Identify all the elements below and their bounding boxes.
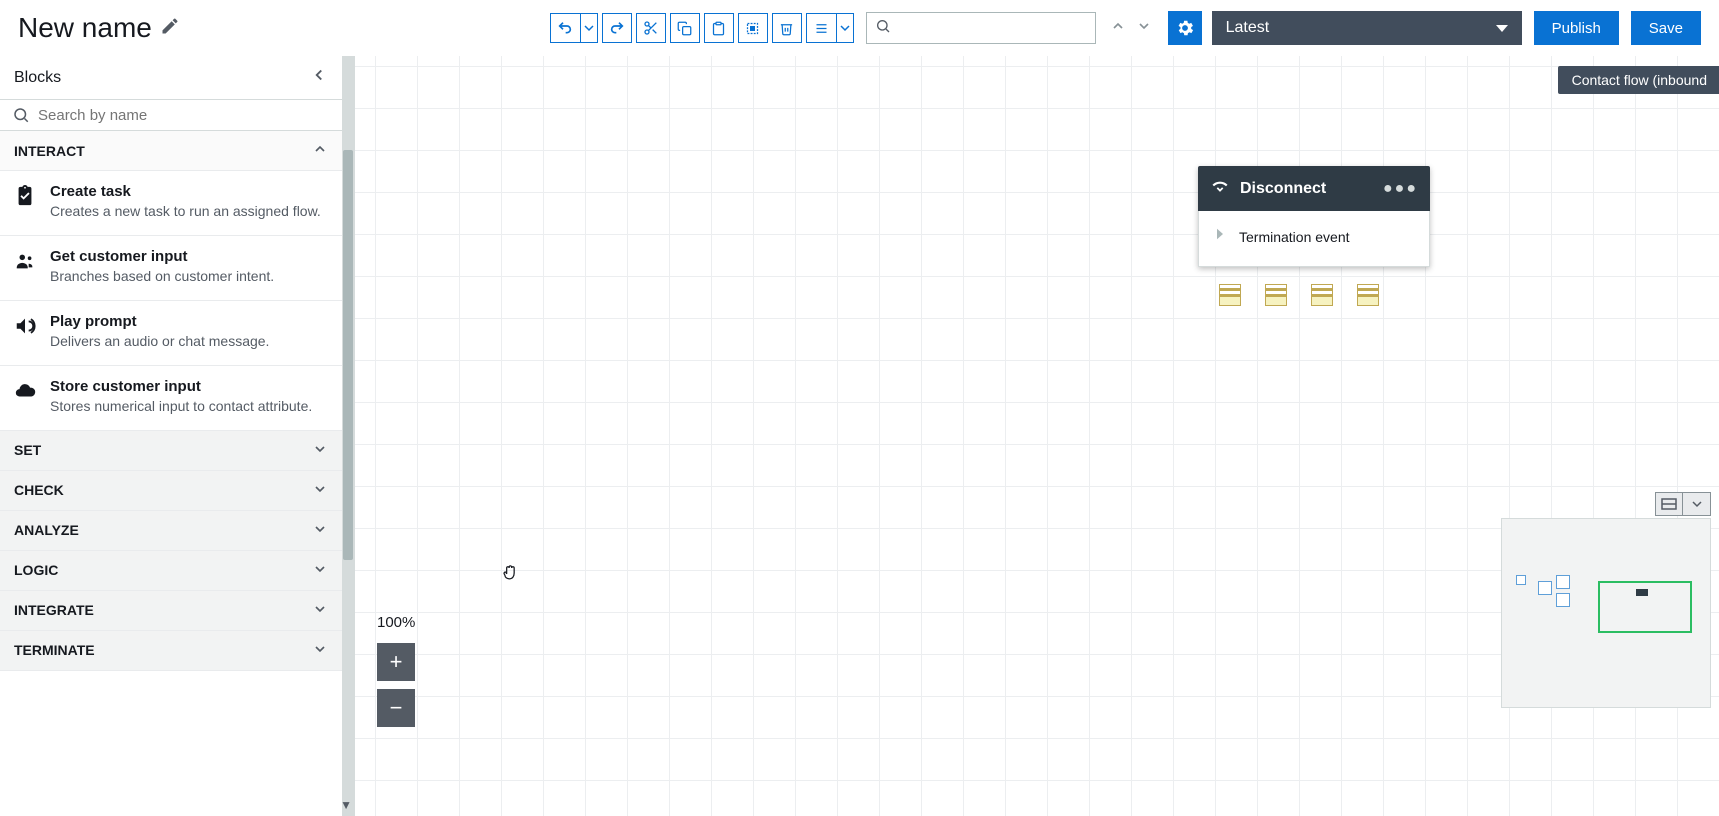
- chevron-down-icon: [312, 641, 328, 660]
- paste-button[interactable]: [704, 13, 734, 43]
- edit-title-icon[interactable]: [160, 16, 180, 41]
- people-input-icon: [14, 248, 38, 286]
- chevron-down-icon: [312, 521, 328, 540]
- search-prev-icon[interactable]: [1106, 14, 1130, 43]
- pan-cursor-icon: [500, 563, 520, 588]
- canvas-search[interactable]: [866, 12, 1096, 44]
- clipboard-check-icon: [14, 183, 38, 221]
- arrange-button[interactable]: [806, 13, 836, 43]
- publish-button[interactable]: Publish: [1534, 11, 1619, 45]
- flow-type-badge: Contact flow (inbound: [1558, 66, 1719, 94]
- category-set[interactable]: SET: [0, 431, 342, 471]
- copy-button[interactable]: [670, 13, 700, 43]
- note-icon[interactable]: [1265, 284, 1287, 306]
- zoom-in-button[interactable]: +: [377, 643, 415, 681]
- node-menu-icon[interactable]: ●●●: [1383, 180, 1418, 198]
- minimap[interactable]: [1501, 518, 1711, 708]
- delete-button[interactable]: [772, 13, 802, 43]
- chevron-down-icon: [312, 441, 328, 460]
- search-icon: [12, 106, 30, 124]
- chevron-down-icon: [312, 481, 328, 500]
- node-input-arrow-icon: [1211, 225, 1229, 248]
- chevron-down-icon: [312, 561, 328, 580]
- node-notes: [1219, 284, 1379, 306]
- category-analyze[interactable]: ANALYZE: [0, 511, 342, 551]
- undo-button[interactable]: [550, 13, 580, 43]
- arrange-dropdown[interactable]: [836, 13, 854, 43]
- cloud-store-icon: [14, 378, 38, 416]
- category-logic[interactable]: LOGIC: [0, 551, 342, 591]
- chevron-down-icon: [312, 601, 328, 620]
- chevron-down-icon: [1496, 25, 1508, 32]
- page-title: New name: [18, 12, 152, 44]
- search-next-icon[interactable]: [1132, 14, 1156, 43]
- minimap-toggle-button[interactable]: [1683, 492, 1711, 516]
- category-integrate[interactable]: INTEGRATE: [0, 591, 342, 631]
- canvas-search-input[interactable]: [899, 20, 1095, 36]
- zoom-out-button[interactable]: −: [377, 689, 415, 727]
- header-bar: New name: [0, 0, 1719, 56]
- node-event-label: Termination event: [1239, 229, 1350, 245]
- category-check[interactable]: CHECK: [0, 471, 342, 511]
- version-select[interactable]: Latest: [1212, 11, 1522, 45]
- canvas[interactable]: Contact flow (inbound Disconnect ●●● Ter…: [355, 56, 1719, 816]
- node-disconnect[interactable]: Disconnect ●●● Termination event: [1198, 166, 1430, 267]
- sidebar-scrollbar-thumb[interactable]: [343, 150, 353, 560]
- category-terminate[interactable]: TERMINATE: [0, 631, 342, 671]
- save-button[interactable]: Save: [1631, 11, 1701, 45]
- chevron-up-icon: [312, 141, 328, 160]
- speaker-icon: [14, 313, 38, 351]
- settings-button[interactable]: [1168, 11, 1202, 45]
- sidebar-search-input[interactable]: [38, 107, 330, 124]
- sidebar-scrollbar[interactable]: ▼: [342, 56, 354, 816]
- node-title: Disconnect: [1240, 180, 1326, 198]
- redo-button[interactable]: [602, 13, 632, 43]
- fit-view-button[interactable]: [1655, 492, 1683, 516]
- zoom-level: 100%: [377, 614, 415, 631]
- toolbar: [550, 13, 854, 43]
- cut-button[interactable]: [636, 13, 666, 43]
- collapse-sidebar-icon[interactable]: [310, 66, 328, 89]
- select-all-button[interactable]: [738, 13, 768, 43]
- sidebar-title: Blocks: [14, 69, 61, 87]
- category-interact[interactable]: INTERACT: [0, 131, 342, 171]
- block-get-customer-input[interactable]: Get customer input Branches based on cus…: [0, 236, 342, 301]
- note-icon[interactable]: [1357, 284, 1379, 306]
- search-icon: [867, 18, 899, 39]
- version-label: Latest: [1226, 19, 1270, 37]
- block-play-prompt[interactable]: Play prompt Delivers an audio or chat me…: [0, 301, 342, 366]
- block-create-task[interactable]: Create task Creates a new task to run an…: [0, 171, 342, 236]
- note-icon[interactable]: [1219, 284, 1241, 306]
- disconnect-icon: [1210, 176, 1230, 201]
- note-icon[interactable]: [1311, 284, 1333, 306]
- block-store-customer-input[interactable]: Store customer input Stores numerical in…: [0, 366, 342, 431]
- minimap-node: [1636, 589, 1648, 596]
- scrollbar-down-icon[interactable]: ▼: [340, 798, 352, 812]
- undo-dropdown[interactable]: [580, 13, 598, 43]
